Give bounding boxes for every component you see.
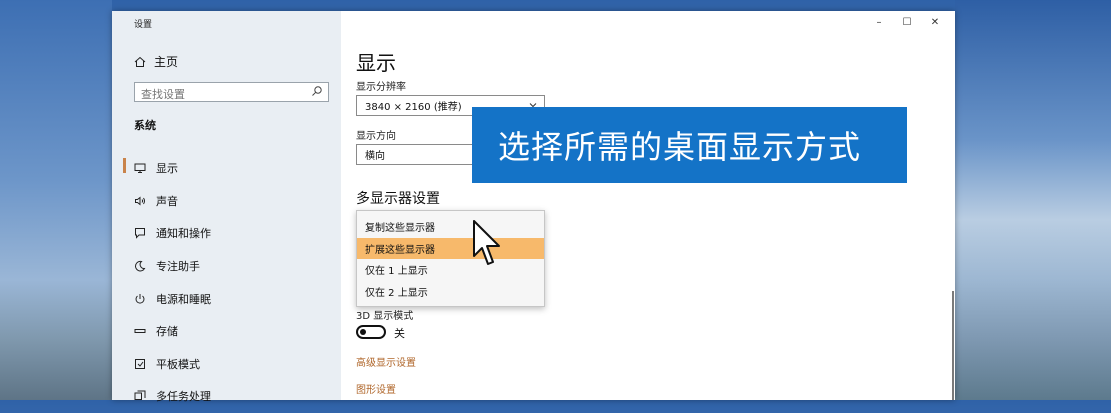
- desktop-background-right: [955, 0, 1111, 400]
- overlay-banner: 选择所需的桌面显示方式: [472, 107, 907, 183]
- close-button[interactable]: ✕: [921, 13, 949, 31]
- sidebar: 设置 主页 系统 显示 声音 通知和操作 专注: [112, 11, 341, 403]
- graphics-settings-link[interactable]: 图形设置: [356, 381, 396, 396]
- sidebar-item-power-sleep[interactable]: 电源和睡眠: [112, 282, 341, 315]
- 3d-mode-toggle[interactable]: [356, 325, 386, 339]
- sidebar-item-tablet-mode[interactable]: 平板模式: [112, 348, 341, 381]
- sidebar-item-multitasking[interactable]: 多任务处理: [112, 380, 341, 413]
- minimize-button[interactable]: –: [865, 13, 893, 31]
- main-content: – ☐ ✕ 显示 显示分辨率 3840 × 2160 (推荐) 显示方向 横向 …: [341, 11, 955, 400]
- search-box[interactable]: [134, 82, 329, 104]
- section-label-system: 系统: [134, 119, 156, 132]
- 3d-mode-label: 3D 显示模式: [356, 311, 414, 322]
- resolution-value: 3840 × 2160 (推荐): [365, 102, 462, 113]
- search-icon: [312, 86, 322, 96]
- power-icon: [135, 293, 145, 304]
- desktop-background-left: [0, 0, 112, 400]
- sidebar-item-display[interactable]: 显示: [112, 152, 341, 185]
- storage-icon: [134, 329, 146, 334]
- advanced-display-settings-link[interactable]: 高级显示设置: [356, 354, 416, 369]
- settings-window: 设置 主页 系统 显示 声音 通知和操作 专注: [112, 11, 955, 403]
- speaker-icon: [135, 196, 145, 206]
- sidebar-item-label: 显示: [156, 162, 178, 176]
- sidebar-item-label: 通知和操作: [156, 227, 211, 241]
- multi-display-heading: 多显示器设置: [356, 191, 440, 207]
- multi-display-dropdown-list: 复制这些显示器 扩展这些显示器 仅在 1 上显示 仅在 2 上显示: [356, 210, 545, 307]
- scrollbar[interactable]: [952, 291, 954, 400]
- sidebar-nav: 显示 声音 通知和操作 专注助手 电源和睡眠 存储 平板模式 多任务处理: [112, 152, 341, 413]
- sidebar-item-label: 平板模式: [156, 357, 200, 371]
- search-input[interactable]: [135, 85, 301, 104]
- sidebar-item-label: 专注助手: [156, 260, 200, 274]
- option-show-only-2[interactable]: 仅在 2 上显示: [357, 281, 544, 303]
- option-duplicate-displays[interactable]: 复制这些显示器: [357, 216, 544, 238]
- sidebar-item-label: 多任务处理: [156, 390, 211, 404]
- 3d-mode-state: 关: [394, 327, 405, 340]
- home-icon: [134, 56, 146, 67]
- notification-icon: [135, 228, 145, 240]
- resolution-label: 显示分辨率: [356, 82, 406, 93]
- orientation-label: 显示方向: [356, 131, 396, 142]
- home-label: 主页: [154, 55, 179, 69]
- orientation-value: 横向: [365, 151, 385, 162]
- maximize-button[interactable]: ☐: [893, 13, 921, 31]
- page-title: 显示: [356, 51, 396, 75]
- window-controls: – ☐ ✕: [865, 13, 949, 31]
- mouse-cursor-icon: [473, 220, 500, 265]
- multitask-icon: [134, 390, 146, 401]
- sidebar-item-label: 声音: [156, 194, 178, 208]
- sidebar-item-storage[interactable]: 存储: [112, 315, 341, 348]
- display-icon: [134, 163, 146, 174]
- option-show-only-1[interactable]: 仅在 1 上显示: [357, 259, 544, 281]
- sidebar-item-label: 存储: [156, 325, 178, 339]
- toggle-knob: [360, 329, 366, 335]
- moon-icon: [135, 260, 146, 272]
- sidebar-item-focus-assist[interactable]: 专注助手: [112, 250, 341, 283]
- window-title: 设置: [134, 20, 153, 30]
- sidebar-item-sound[interactable]: 声音: [112, 185, 341, 218]
- sidebar-item-label: 电源和睡眠: [156, 292, 211, 306]
- sidebar-item-notifications[interactable]: 通知和操作: [112, 217, 341, 250]
- tablet-icon: [135, 358, 145, 369]
- home-nav-item[interactable]: 主页: [134, 53, 178, 70]
- option-extend-displays[interactable]: 扩展这些显示器: [357, 237, 544, 259]
